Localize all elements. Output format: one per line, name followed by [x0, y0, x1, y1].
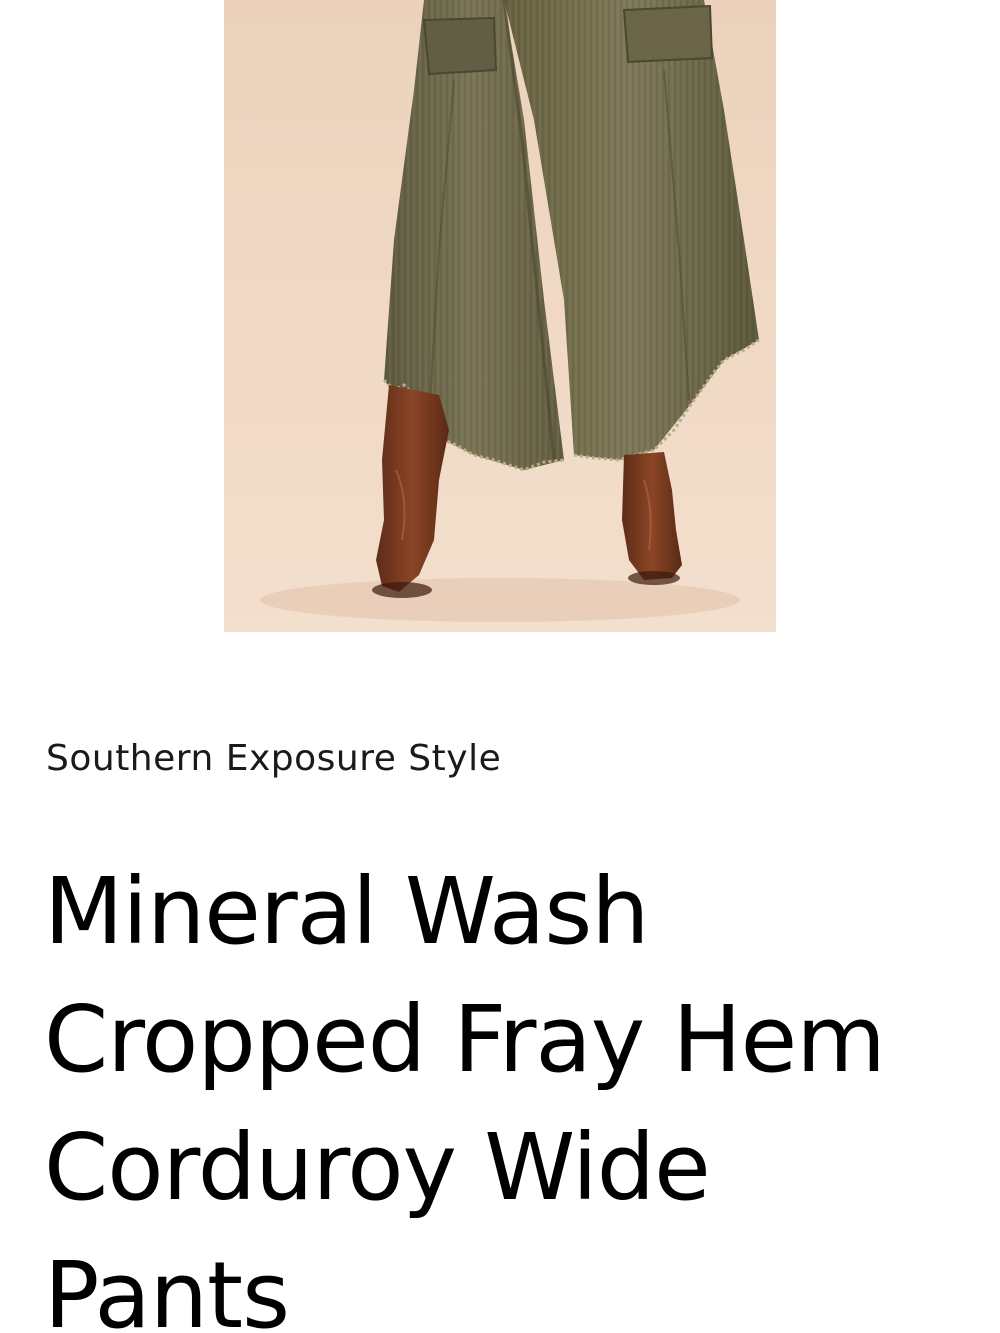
- product-image[interactable]: [224, 0, 776, 632]
- product-page: Southern Exposure Style Mineral Wash Cro…: [0, 0, 1000, 1333]
- product-photo: [224, 0, 776, 632]
- brand-name[interactable]: Southern Exposure Style: [46, 736, 501, 782]
- product-title: Mineral Wash Cropped Fray Hem Corduroy W…: [44, 858, 886, 1333]
